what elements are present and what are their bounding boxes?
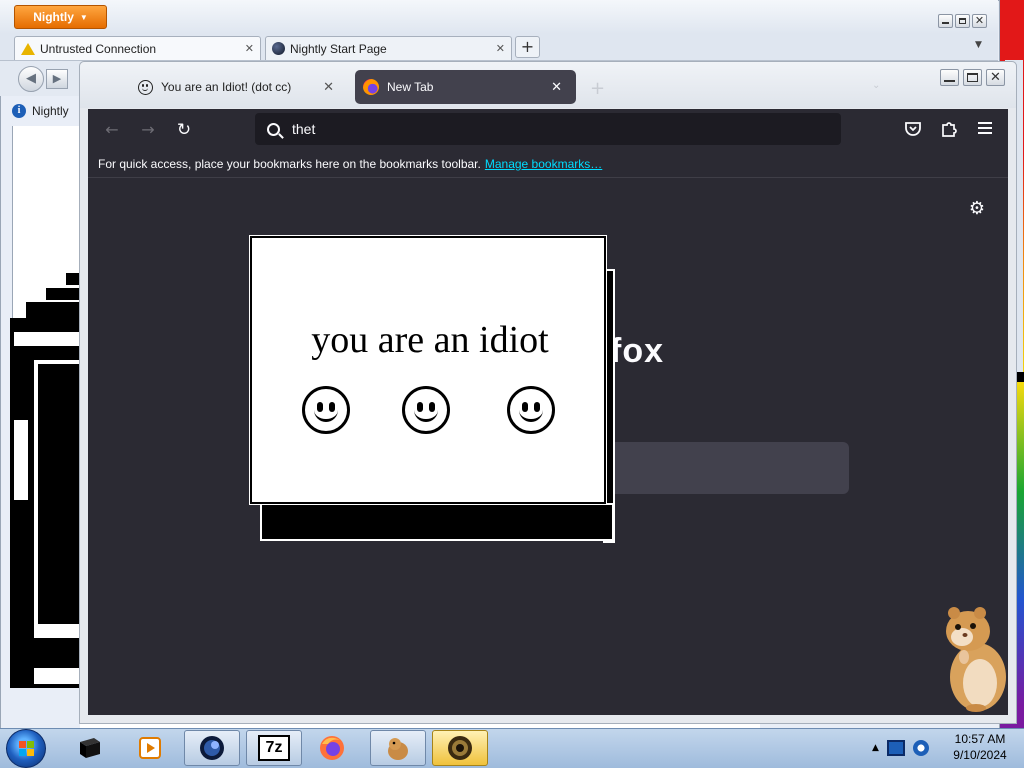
taskbar-firefox[interactable] xyxy=(304,730,360,766)
system-tray: ▲ xyxy=(870,730,940,766)
media-player-icon xyxy=(139,737,161,759)
minimize-button[interactable] xyxy=(940,69,959,86)
hamster-icon[interactable] xyxy=(940,605,1010,713)
nightly-menu-button[interactable]: Nightly ▼ xyxy=(14,5,107,29)
bookmarks-toolbar: For quick access, place your bookmarks h… xyxy=(88,151,1008,178)
glitch-white-bar xyxy=(14,420,28,500)
popup-shadow-bottom xyxy=(260,503,614,541)
back-arrow-icon[interactable]: ◀ xyxy=(18,66,44,92)
7zip-icon: 7z xyxy=(258,735,290,761)
glitch-white-bar xyxy=(34,360,38,628)
bookmark-label: Nightly xyxy=(32,104,69,118)
smiley-face-icon xyxy=(302,386,350,434)
close-tab-icon[interactable]: ✕ xyxy=(496,42,505,55)
clock-date: 9/10/2024 xyxy=(953,748,1007,762)
dropdown-arrow-icon: ▼ xyxy=(79,12,88,22)
firefox-nightly-icon xyxy=(200,736,224,760)
address-bar-text: thet xyxy=(292,121,316,137)
tab-title: Nightly Start Page xyxy=(290,41,387,56)
gear-icon[interactable]: ⚙ xyxy=(966,198,988,220)
tab-title: New Tab xyxy=(387,80,434,94)
glitch-white-bar xyxy=(34,624,80,638)
glitch-white-bar xyxy=(14,332,80,346)
extensions-puzzle-icon[interactable] xyxy=(939,118,959,138)
glitch-block xyxy=(46,288,80,300)
smiley-face-icon xyxy=(507,386,555,434)
taskbar-hamster-app[interactable] xyxy=(370,730,426,766)
new-tab-search-box[interactable] xyxy=(600,442,849,494)
nightly-new-tab-button[interactable]: + xyxy=(515,36,540,58)
close-tab-icon[interactable]: ✕ xyxy=(551,79,562,95)
warning-icon xyxy=(21,42,35,55)
show-hidden-icons-icon[interactable]: ▲ xyxy=(872,743,879,753)
nightly-tab-start-page[interactable]: Nightly Start Page ✕ xyxy=(265,36,512,60)
address-bar[interactable]: thet xyxy=(255,113,841,145)
taskbar-clock[interactable]: 10:57 AM 9/10/2024 xyxy=(942,731,1018,765)
forward-arrow-icon[interactable]: ▶ xyxy=(46,69,68,89)
nightly-tab-untrusted[interactable]: Untrusted Connection ✕ xyxy=(14,36,261,60)
info-icon: i xyxy=(12,104,26,118)
close-tab-icon[interactable]: ✕ xyxy=(245,42,254,55)
smiley-icon xyxy=(138,79,153,95)
tab-you-are-an-idiot[interactable]: You are an Idiot! (dot cc) ✕ xyxy=(130,70,348,104)
hamburger-menu-icon[interactable] xyxy=(975,118,995,138)
new-tab-button[interactable]: + xyxy=(590,78,605,99)
list-all-tabs-icon[interactable]: ▼ xyxy=(975,40,982,50)
volume-icon[interactable] xyxy=(912,740,929,756)
tab-title: Untrusted Connection xyxy=(40,41,157,56)
hamster-app-icon xyxy=(388,738,408,760)
taskbar-command-prompt[interactable] xyxy=(62,730,118,766)
firefox-icon xyxy=(320,736,344,760)
glitch-white-bar xyxy=(34,360,80,364)
start-button[interactable] xyxy=(6,729,46,768)
globe-icon xyxy=(272,42,285,55)
smiley-face-icon xyxy=(402,386,450,434)
tab-title: You are an Idiot! (dot cc) xyxy=(161,80,292,94)
nightly-window-controls: ✕ xyxy=(938,14,987,28)
maximize-button[interactable] xyxy=(963,69,982,86)
taskbar-idiot-app[interactable] xyxy=(432,730,488,766)
glitch-white-bar xyxy=(34,668,80,684)
search-icon xyxy=(267,122,280,136)
idiot-popup-window[interactable] xyxy=(249,235,607,505)
maximize-button[interactable] xyxy=(955,14,970,28)
clock-time: 10:57 AM xyxy=(954,732,1006,746)
pocket-icon[interactable] xyxy=(903,119,923,139)
reload-icon[interactable]: ↻ xyxy=(173,119,195,141)
taskbar-media-player[interactable] xyxy=(122,730,178,766)
glitch-block xyxy=(66,273,80,285)
close-button[interactable]: ✕ xyxy=(986,69,1005,86)
firefox-window-controls: ✕ xyxy=(940,69,1005,86)
bookmarks-toolbar-message: For quick access, place your bookmarks h… xyxy=(98,157,481,171)
close-button[interactable]: ✕ xyxy=(972,14,987,28)
firefox-icon xyxy=(363,79,379,95)
forward-arrow-icon[interactable]: → xyxy=(137,119,159,141)
minimize-button[interactable] xyxy=(938,14,953,28)
firefox-wordmark-fragment: fox xyxy=(610,332,664,370)
tab-new-tab[interactable]: New Tab ✕ xyxy=(355,70,576,104)
glitch-block xyxy=(26,302,80,318)
windows-logo-icon xyxy=(19,741,35,757)
back-arrow-icon[interactable]: ← xyxy=(101,119,123,141)
idiot-app-icon xyxy=(448,736,472,760)
taskbar-firefox-nightly[interactable] xyxy=(184,730,240,766)
taskbar-7zip[interactable]: 7z xyxy=(246,730,302,766)
list-all-tabs-icon[interactable]: ⌄ xyxy=(872,80,880,91)
network-icon[interactable] xyxy=(886,740,905,756)
manage-bookmarks-link[interactable]: Manage bookmarks… xyxy=(485,157,602,171)
close-tab-icon[interactable]: ✕ xyxy=(323,79,334,95)
nightly-titlebar[interactable] xyxy=(0,0,998,34)
popup-message: you are an idiot xyxy=(311,319,549,361)
command-prompt-icon xyxy=(80,738,100,758)
nightly-menu-label: Nightly xyxy=(33,10,74,24)
